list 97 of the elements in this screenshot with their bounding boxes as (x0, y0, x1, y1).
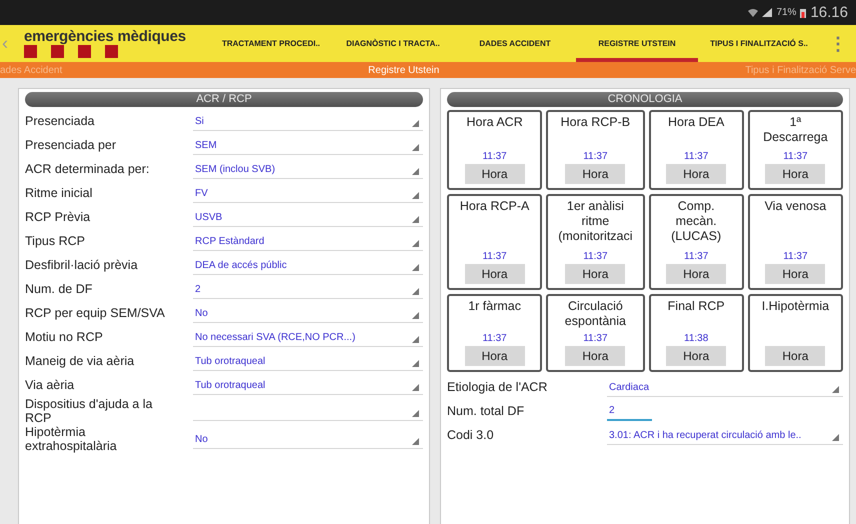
dropdown-corner-icon (832, 434, 839, 441)
field-label: ACR determinada per: (25, 162, 150, 176)
timer-time: 11:37 (583, 333, 608, 346)
field-label: Dispositius d'ajuda a la RCP (25, 397, 154, 425)
tab[interactable]: TRACTAMENT PROCEDI.. (210, 25, 332, 62)
dropdown-corner-icon (412, 240, 419, 247)
field-label: Motiu no RCP (25, 330, 104, 344)
timer-time: 11:37 (583, 251, 608, 264)
wifi-icon (748, 8, 758, 17)
timer-time: 11:37 (583, 151, 608, 164)
dropdown-corner-icon (412, 288, 419, 295)
field-label: Num. de DF (25, 282, 94, 296)
timer-label: 1r fàrmac (467, 299, 522, 315)
dropdown-field[interactable]: 3.01: ACR i ha recuperat circulació amb le.. (607, 425, 843, 445)
timer-label: 1ª Descarrega (762, 115, 829, 146)
timer-label: Hora RCP-B (560, 115, 632, 131)
logo-squares-icon (24, 45, 119, 58)
field-label: Maneig de via aèria (25, 354, 136, 368)
dropdown-corner-icon (412, 312, 419, 319)
dropdown-field[interactable]: No (193, 429, 423, 449)
field-label: RCP per equip SEM/SVA (25, 306, 166, 320)
dropdown-field[interactable]: FV (193, 183, 423, 203)
dropdown-corner-icon (412, 360, 419, 367)
time-button[interactable]: Hora (765, 164, 826, 184)
dropdown-field[interactable]: RCP Estàndard (193, 231, 423, 251)
dropdown-corner-icon (412, 336, 419, 343)
dropdown-field[interactable]: 2 (193, 279, 423, 299)
timer-time: 11:37 (783, 151, 808, 164)
timer-time: 11:37 (482, 333, 507, 346)
dropdown-field[interactable]: USVB (193, 207, 423, 227)
logo-text: emergències mèdiques (24, 28, 187, 45)
time-button[interactable]: Hora (666, 164, 726, 184)
section-header: ACR / RCP (25, 92, 423, 107)
field-label: Num. total DF (447, 404, 526, 418)
battery-icon (800, 8, 806, 18)
dropdown-corner-icon (412, 120, 419, 127)
timer-time: 11:37 (684, 151, 708, 164)
dropdown-corner-icon (412, 144, 419, 151)
dropdown-corner-icon (412, 410, 419, 417)
time-button[interactable]: Hora (765, 264, 826, 284)
battery-percent: 71% (776, 7, 796, 18)
timer-time: 11:37 (482, 151, 507, 164)
dropdown-field[interactable]: SEM (inclou SVB) (193, 159, 423, 179)
dropdown-field[interactable]: Cardiaca (607, 377, 843, 397)
timer-time: 11:37 (783, 251, 808, 264)
dropdown-corner-icon (412, 264, 419, 271)
field-label: Ritme inicial (25, 186, 94, 200)
dropdown-corner-icon (832, 386, 839, 393)
clock: 16.16 (810, 4, 848, 21)
dropdown-corner-icon (412, 384, 419, 391)
time-button[interactable]: Hora (765, 346, 826, 366)
timer-time: 11:37 (482, 251, 507, 264)
tab[interactable]: DIAGNÒSTIC I TRACTA.. (332, 25, 454, 62)
tab[interactable]: TIPUS I FINALITZACIÓ S.. (698, 25, 820, 62)
timer-label: Circulació espontània (564, 299, 627, 330)
timer-label: Hora ACR (465, 115, 524, 131)
dropdown-corner-icon (412, 192, 419, 199)
time-button[interactable]: Hora (666, 346, 726, 366)
field-label: Etiologia de l'ACR (447, 380, 548, 394)
dropdown-field[interactable]: Tub orotraqueal (193, 375, 423, 395)
time-button[interactable]: Hora (565, 346, 626, 366)
timer-label: Via venosa (764, 199, 828, 215)
dropdown-field[interactable]: No necessari SVA (RCE,NO PCR...) (193, 327, 423, 347)
time-button[interactable]: Hora (565, 264, 626, 284)
dropdown-corner-icon (412, 168, 419, 175)
time-button[interactable]: Hora (565, 164, 626, 184)
section-header: CRONOLOGIA (447, 92, 843, 107)
page-title: Registre Utstein (368, 64, 440, 76)
dropdown-corner-icon (412, 438, 419, 445)
field-label: Tipus RCP (25, 234, 86, 248)
dropdown-field[interactable]: SEM (193, 135, 423, 155)
dropdown-corner-icon (412, 216, 419, 223)
time-button[interactable]: Hora (464, 164, 525, 184)
field-label: Desfibril·lació prèvia (25, 258, 139, 272)
dropdown-field[interactable]: Si (193, 111, 423, 131)
field-label: Via aèria (25, 378, 76, 392)
field-label: RCP Prèvia (25, 210, 92, 224)
time-button[interactable]: Hora (666, 264, 726, 284)
timer-label: Hora RCP-A (458, 199, 530, 215)
timer-label: 1er anàlisi ritme (monitoritzaci (557, 199, 634, 245)
timer-label: I.Hipotèrmia (760, 299, 830, 315)
timer-time: 11:37 (684, 251, 708, 264)
time-button[interactable]: Hora (464, 264, 525, 284)
field-label: Hipotèrmia extrahospitalària (25, 425, 118, 453)
field-label: Presenciada per (25, 138, 118, 152)
time-button[interactable]: Hora (464, 346, 525, 366)
field-label: Presenciada (25, 114, 96, 128)
timer-label: Comp. mecàn. (LUCAS) (670, 199, 722, 245)
timer-label: Hora DEA (667, 115, 726, 131)
field-label: Codi 3.0 (447, 428, 495, 442)
dropdown-field[interactable]: No (193, 303, 423, 323)
dropdown-field[interactable]: Tub orotraqueal (193, 351, 423, 371)
timer-time: 11:38 (684, 333, 708, 346)
dropdown-field[interactable]: DEA de accés públic (193, 255, 423, 275)
tab[interactable]: DADES ACCIDENT (454, 25, 576, 62)
signal-icon (762, 8, 772, 17)
timer-label: Final RCP (666, 299, 726, 315)
